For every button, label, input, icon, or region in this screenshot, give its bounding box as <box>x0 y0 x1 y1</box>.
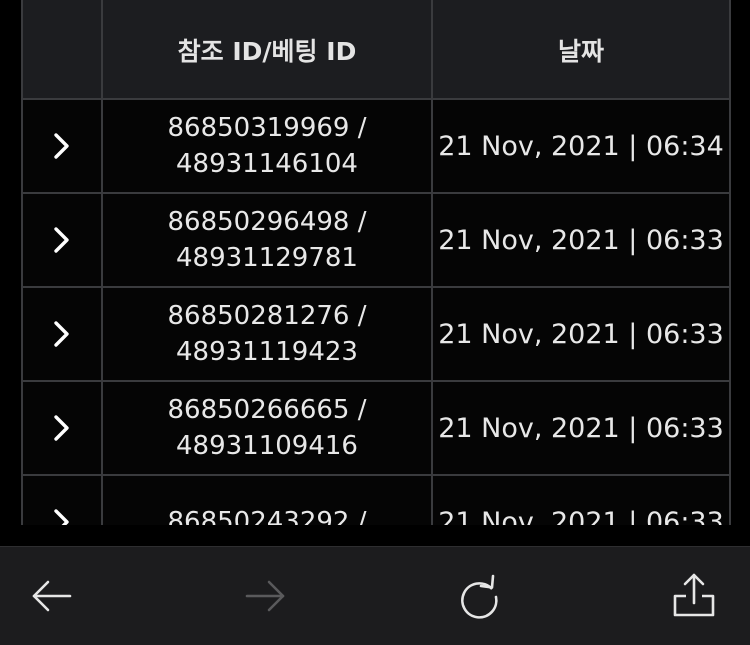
ref-id: 86850243292 / <box>167 507 367 525</box>
expand-cell[interactable] <box>21 474 103 525</box>
table-row[interactable]: 86850243292 / 21 Nov, 2021 | 06:33 <box>21 474 731 526</box>
bet-id: 48931109416 <box>176 431 358 461</box>
chevron-right-icon[interactable] <box>51 319 73 349</box>
ref-id-cell: 86850281276 / 48931119423 <box>101 286 433 382</box>
table-row[interactable]: 86850319969 / 48931146104 21 Nov, 2021 | … <box>21 98 731 194</box>
bet-date: 21 Nov, 2021 | 06:33 <box>438 506 724 526</box>
bet-date: 21 Nov, 2021 | 06:33 <box>438 224 724 256</box>
ref-id: 86850319969 / <box>167 113 367 143</box>
ref-id-cell: 86850319969 / 48931146104 <box>101 98 433 194</box>
chevron-right-icon[interactable] <box>51 413 73 443</box>
ref-id-cell: 86850243292 / <box>101 474 433 525</box>
bet-date: 21 Nov, 2021 | 06:33 <box>438 318 724 350</box>
back-button[interactable] <box>26 571 76 621</box>
date-cell: 21 Nov, 2021 | 06:33 <box>431 286 731 382</box>
bet-history-table: 참조 ID/베팅 ID 날짜 86850319969 / 48931146104 … <box>21 0 731 525</box>
ref-id: 86850296498 / <box>167 207 367 237</box>
bet-date: 21 Nov, 2021 | 06:34 <box>438 130 724 162</box>
date-cell: 21 Nov, 2021 | 06:33 <box>431 380 731 476</box>
bet-date: 21 Nov, 2021 | 06:33 <box>438 412 724 444</box>
date-cell: 21 Nov, 2021 | 06:33 <box>431 192 731 288</box>
ref-id-column-header: 참조 ID/베팅 ID <box>101 0 433 100</box>
chevron-right-icon[interactable] <box>51 507 73 525</box>
forward-button[interactable] <box>241 571 291 621</box>
expand-cell[interactable] <box>21 98 103 194</box>
ref-id-cell: 86850266665 / 48931109416 <box>101 380 433 476</box>
date-column-header: 날짜 <box>431 0 731 100</box>
bet-id: 48931146104 <box>176 149 358 179</box>
bet-id: 48931119423 <box>176 337 358 367</box>
chevron-right-icon[interactable] <box>51 225 73 255</box>
ref-id: 86850266665 / <box>167 395 367 425</box>
share-icon <box>673 573 715 617</box>
expand-cell[interactable] <box>21 286 103 382</box>
table-row[interactable]: 86850281276 / 48931119423 21 Nov, 2021 | … <box>21 286 731 382</box>
expand-column-header <box>21 0 103 100</box>
expand-cell[interactable] <box>21 192 103 288</box>
expand-cell[interactable] <box>21 380 103 476</box>
table-header-row: 참조 ID/베팅 ID 날짜 <box>21 0 731 100</box>
table-row[interactable]: 86850296498 / 48931129781 21 Nov, 2021 | … <box>21 192 731 288</box>
arrow-right-icon <box>245 580 285 612</box>
date-cell: 21 Nov, 2021 | 06:34 <box>431 98 731 194</box>
date-cell: 21 Nov, 2021 | 06:33 <box>431 474 731 526</box>
chevron-right-icon[interactable] <box>51 131 73 161</box>
refresh-icon <box>461 574 498 619</box>
ref-id-cell: 86850296498 / 48931129781 <box>101 192 433 288</box>
refresh-button[interactable] <box>454 571 504 621</box>
browser-toolbar <box>0 546 750 645</box>
share-button[interactable] <box>669 571 719 621</box>
bet-history-scroll-area[interactable]: 참조 ID/베팅 ID 날짜 86850319969 / 48931146104 … <box>0 0 750 525</box>
ref-id: 86850281276 / <box>167 301 367 331</box>
table-row[interactable]: 86850266665 / 48931109416 21 Nov, 2021 | … <box>21 380 731 476</box>
arrow-left-icon <box>32 580 72 612</box>
bet-id: 48931129781 <box>176 243 358 273</box>
